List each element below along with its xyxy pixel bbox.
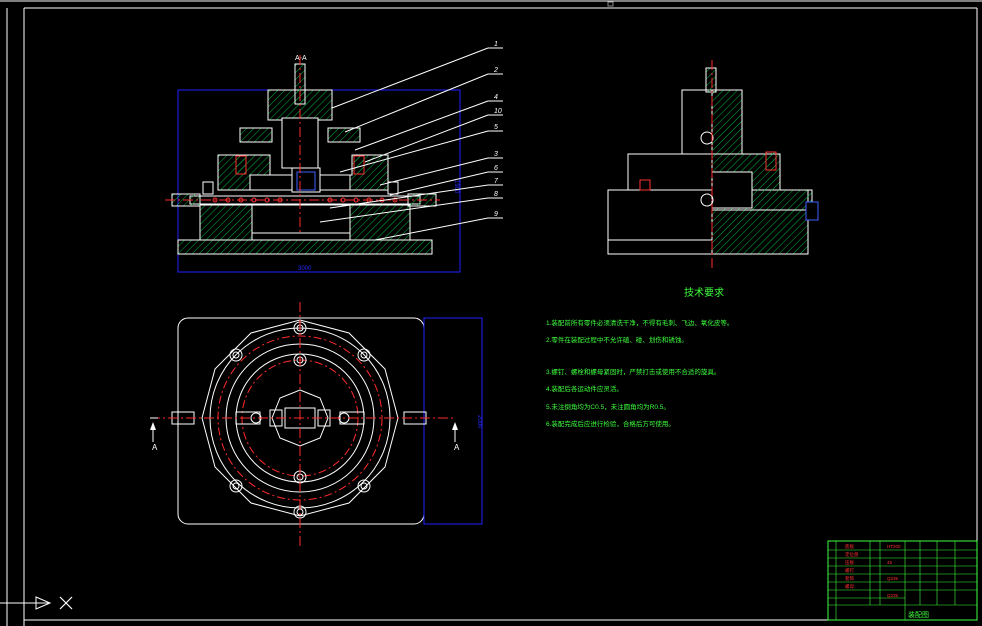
- side-view[interactable]: [607, 60, 819, 270]
- cad-drawing-canvas[interactable]: A-A 3000 1900 1 2 4 10 5 3 6 7 8 9 2000 …: [0, 0, 982, 626]
- drawing-border: [6, 1, 978, 626]
- nut-right: [327, 127, 361, 143]
- drawing-name: 装配图: [908, 610, 929, 619]
- row-4-mat: Q235: [887, 593, 899, 598]
- balloon-numbers: 1 2 4 10 5 3 6 7 8 9: [493, 41, 502, 218]
- row-4-name: 螺母: [845, 583, 854, 590]
- upper-column-core: [281, 117, 319, 169]
- section-label: A-A: [295, 55, 307, 62]
- balloon-1: 1: [494, 41, 498, 48]
- tech-req-line-5: 5.未注倒角均为C0.5，未注圆角均为R0.5。: [546, 402, 670, 411]
- small-bolt-3: [202, 181, 214, 195]
- balloon-4: 4: [494, 94, 498, 101]
- side-knob: [805, 201, 819, 221]
- balloon-3: 3: [494, 151, 498, 158]
- dimension-plan-label: 2000: [476, 415, 482, 429]
- side-screw-2: [765, 151, 777, 171]
- row-7-name: 压板: [845, 559, 854, 566]
- balloon-5: 5: [494, 124, 498, 131]
- lower-body-left: [199, 204, 253, 241]
- base-plate: [177, 239, 433, 255]
- svg-text:A: A: [454, 443, 460, 452]
- balloon-7: 7: [494, 178, 499, 185]
- dimension-height-label: 1900: [453, 180, 459, 194]
- side-base-hatched: [711, 209, 809, 255]
- row-8-name: 定位盘: [845, 551, 859, 558]
- ucs-axis-icon: [0, 596, 73, 610]
- small-bolt-4: [387, 181, 399, 195]
- plan-view[interactable]: 2000 A A: [150, 302, 483, 548]
- section-view-a-a[interactable]: A-A 3000 1900: [165, 55, 461, 273]
- plan-base-outline: [177, 317, 425, 525]
- row-8-mat: 45: [887, 560, 893, 565]
- nut-left: [239, 127, 273, 143]
- small-bolt-1: [235, 155, 247, 175]
- tech-req-line-1: 1.装配前所有零件必须清洗干净，不得有毛刺、飞边、氧化皮等。: [546, 318, 733, 327]
- tech-req-line-3: 3.螺钉、螺栓和螺母紧固时，严禁打击或使用不合适的旋具。: [546, 367, 720, 376]
- balloon-10: 10: [494, 108, 502, 115]
- balloon-8: 8: [494, 191, 498, 198]
- row-9-mat: HT200: [887, 544, 901, 549]
- balloon-6: 6: [494, 165, 498, 172]
- row-9-name: 底板: [845, 543, 854, 550]
- tech-req-line-4: 4.装配后各运动件应灵活。: [546, 384, 623, 393]
- side-upper-hatched: [711, 89, 743, 155]
- tech-req-line-6: 6.装配完成后应进行检验，合格后方可使用。: [546, 419, 675, 428]
- title-block[interactable]: 底板 HT200 定位盘 45 压板 螺钉 Q235 套筒 螺母 Q235 装配…: [827, 540, 978, 621]
- dimension-width-label: 3000: [298, 266, 312, 272]
- technical-requirements: 技术要求 1.装配前所有零件必须清洗干净，不得有毛刺、飞边、氧化皮等。 2.零件…: [546, 286, 733, 428]
- section-arrow-right: A: [452, 422, 460, 452]
- balloon-9: 9: [494, 211, 498, 218]
- balloon-2: 2: [493, 67, 498, 74]
- side-pin: [705, 67, 717, 93]
- svg-text:A: A: [152, 443, 158, 452]
- row-6-name: 螺钉: [845, 567, 854, 574]
- row-6-mat: Q235: [887, 576, 899, 581]
- tech-req-line-2: 2.零件在装配过程中不允许磕、碰、划伤和锈蚀。: [546, 335, 688, 344]
- side-middle: [627, 153, 713, 191]
- tech-req-heading: 技术要求: [684, 286, 724, 299]
- side-clamp: [711, 171, 753, 209]
- section-arrow-left: A: [150, 422, 158, 452]
- locating-disc: [251, 204, 351, 234]
- dimension-frame-plan: [423, 317, 483, 525]
- row-5-name: 套筒: [845, 575, 854, 582]
- small-bolt-2: [353, 155, 365, 175]
